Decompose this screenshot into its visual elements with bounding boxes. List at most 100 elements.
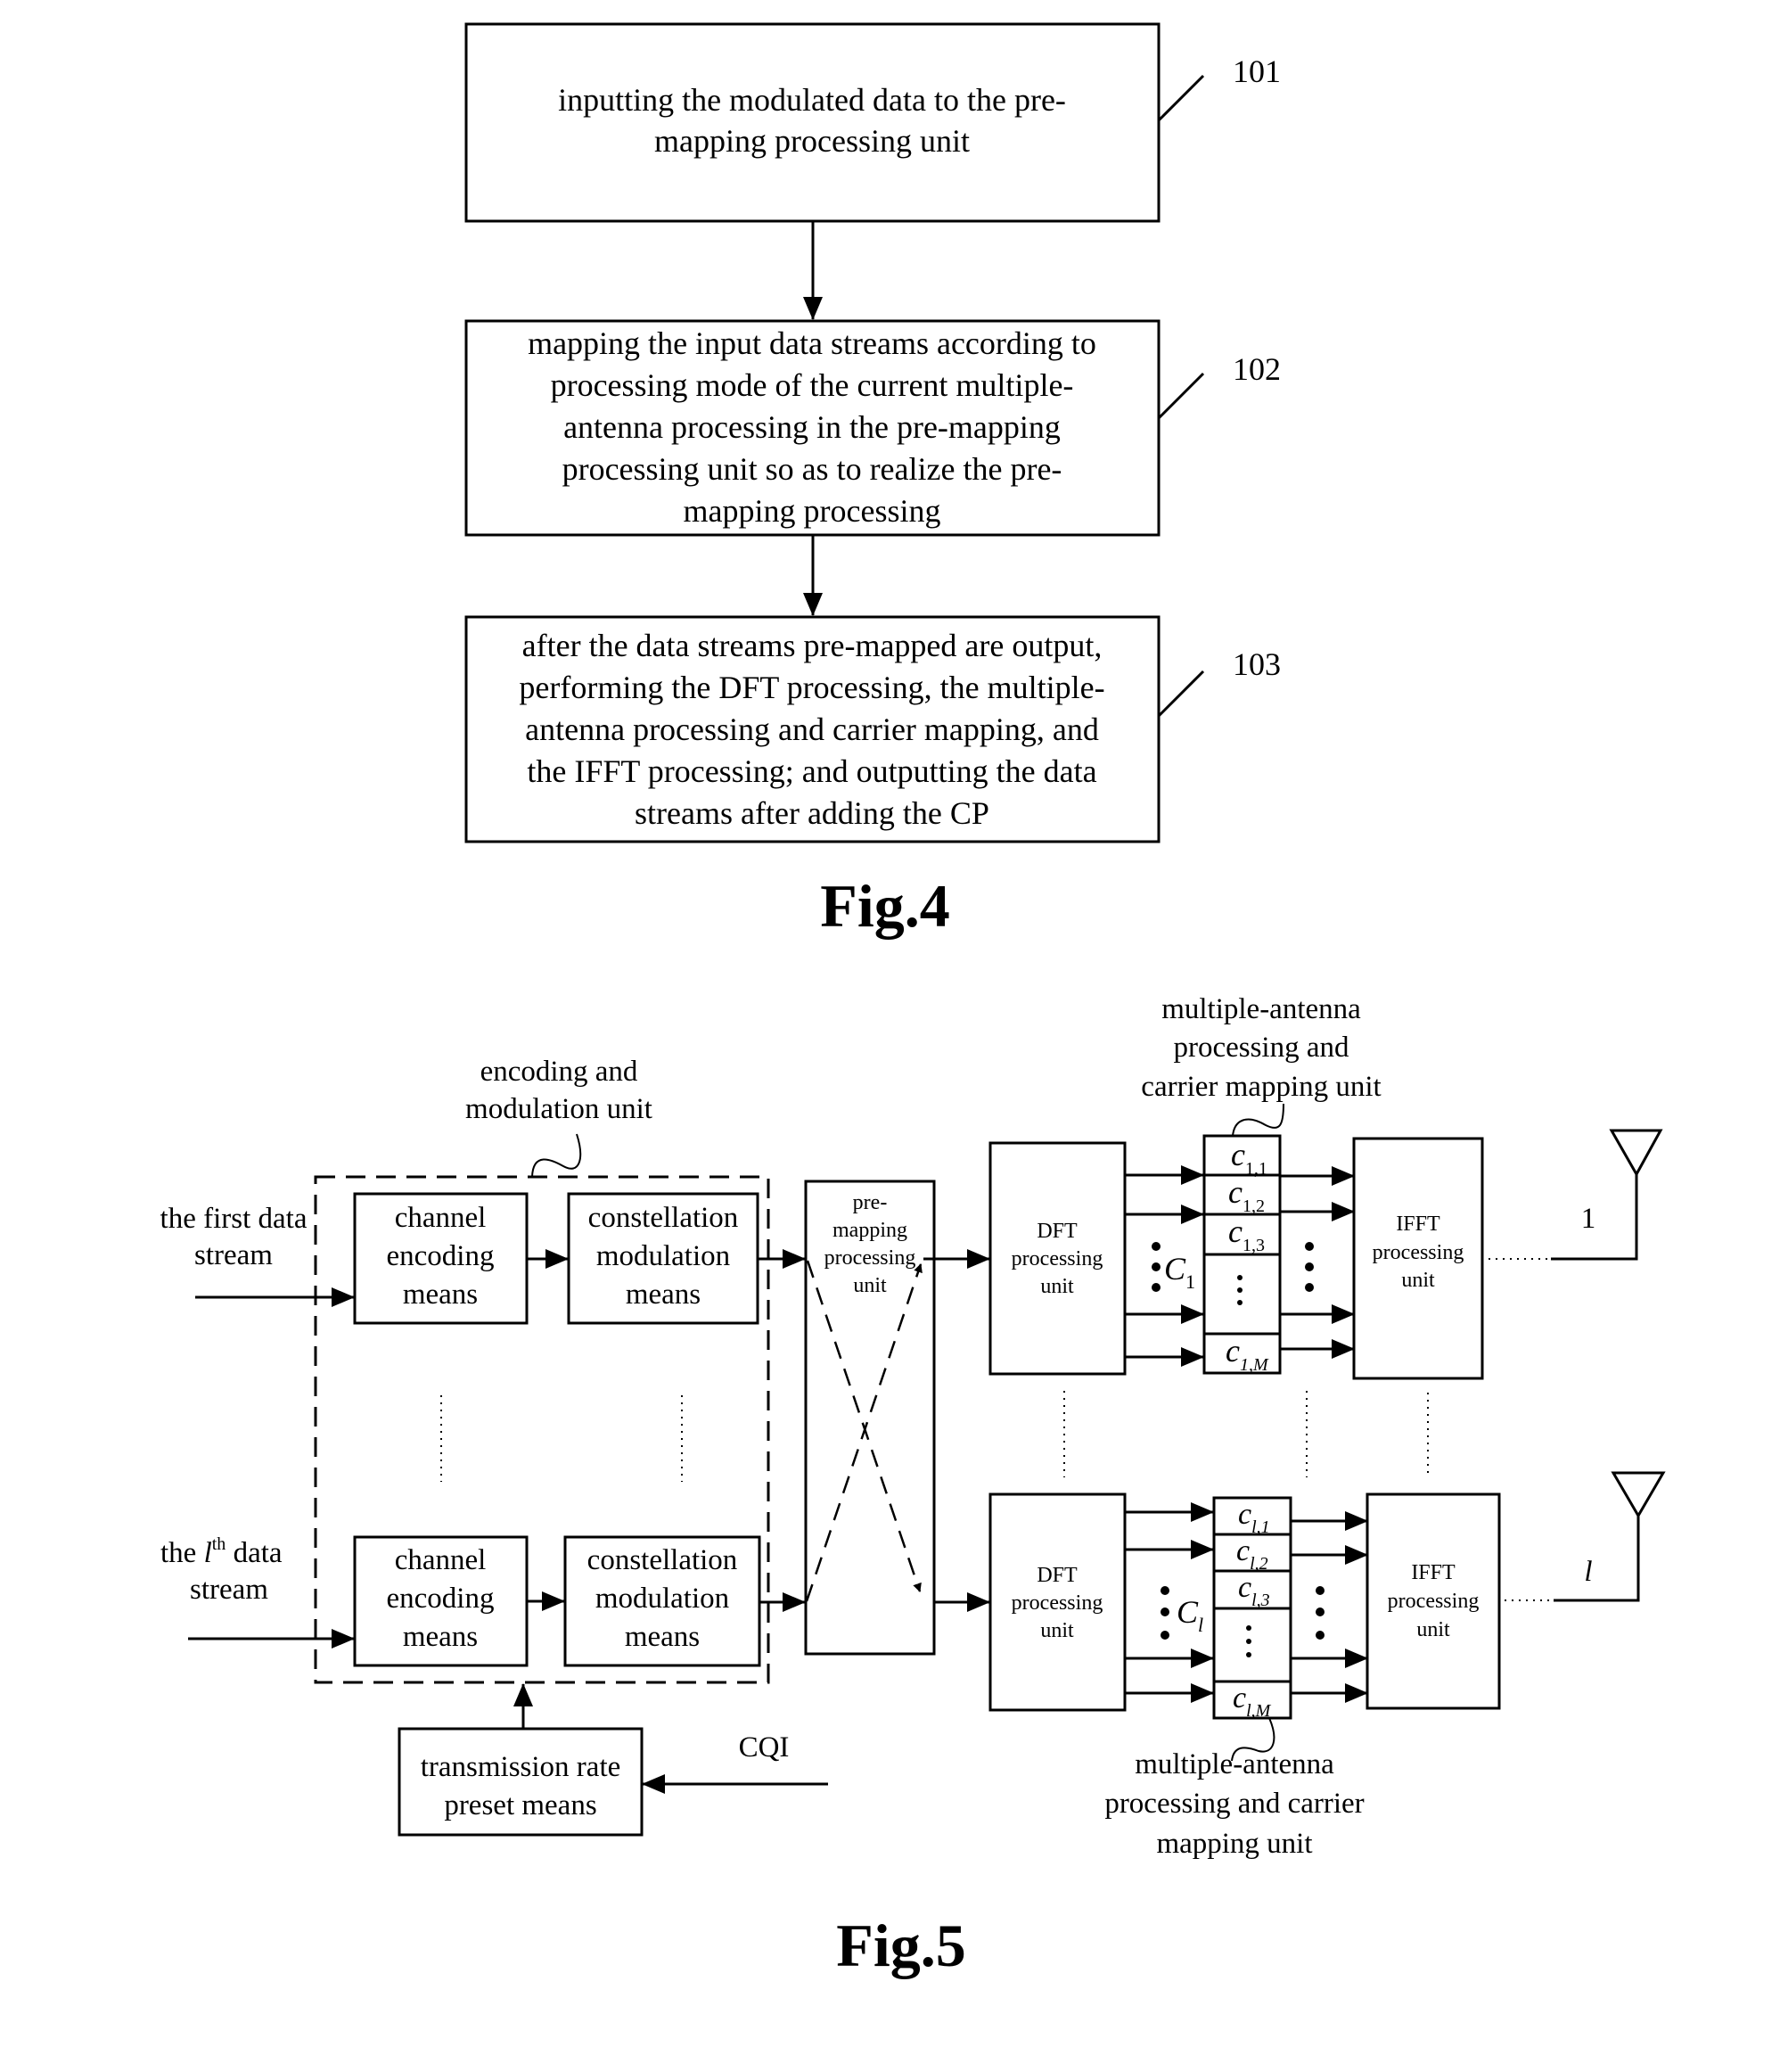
ellipsis-dot <box>1152 1283 1161 1292</box>
constellation-l-line-2: modulation <box>595 1583 729 1615</box>
encoding-unit-leader <box>531 1133 582 1178</box>
channel-encoding-l-line-1: channel <box>395 1544 487 1576</box>
cell-cl1: cl,1 <box>1238 1498 1270 1537</box>
fig5: encoding and modulation unit the first d… <box>160 993 1666 1979</box>
step-102-ref: 102 <box>1233 351 1281 387</box>
channel-encoding-1-line-3: means <box>403 1279 478 1311</box>
encoding-unit-label-1: encoding and <box>480 1056 638 1088</box>
step-101-leader <box>1157 74 1205 122</box>
ellipsis-dot <box>1246 1639 1251 1644</box>
antenna-1-label: 1 <box>1581 1203 1596 1235</box>
ellipsis-dot <box>1161 1607 1169 1616</box>
top-mapping-label-1: multiple-antenna <box>1161 993 1361 1025</box>
cell-cl2: cl,2 <box>1236 1534 1268 1574</box>
step-102-line-1: mapping the input data streams according… <box>528 325 1096 361</box>
dft-1-line-1: DFT <box>1037 1220 1078 1243</box>
transmission-line-1: transmission rate <box>421 1751 621 1783</box>
step-101-line-1: inputting the modulated data to the pre- <box>558 82 1066 118</box>
step-102-line-4: processing unit so as to realize the pre… <box>562 451 1062 487</box>
ifft-1-line-1: IFFT <box>1396 1213 1440 1236</box>
dft-l-line-3: unit <box>1040 1619 1074 1642</box>
step-101: inputting the modulated data to the pre-… <box>464 22 1281 223</box>
step-102-line-5: mapping processing <box>684 493 941 529</box>
ifft-1-line-2: processing <box>1373 1241 1464 1264</box>
step-103: after the data streams pre-mapped are ou… <box>464 615 1281 843</box>
ellipsis-dot <box>1237 1300 1243 1305</box>
cell-clM: cl,M <box>1233 1681 1272 1721</box>
step-103-line-1: after the data streams pre-mapped are ou… <box>522 628 1103 663</box>
antenna-1-icon <box>1609 1129 1663 1178</box>
step-102-line-2: processing mode of the current multiple- <box>551 367 1074 403</box>
premapping-line-3: processing <box>824 1246 916 1270</box>
fig5-caption: Fig.5 <box>836 1912 965 1979</box>
step-101-ref: 101 <box>1233 53 1281 89</box>
ellipsis-dot <box>1246 1625 1251 1631</box>
fig4-caption: Fig.4 <box>820 872 949 940</box>
step-102: mapping the input data streams according… <box>464 319 1281 537</box>
cell-c12: c1,2 <box>1228 1174 1265 1216</box>
ellipsis-dot <box>1152 1242 1161 1251</box>
streamL-label-2: stream <box>190 1574 268 1606</box>
group1-C-label: C1 <box>1164 1251 1195 1293</box>
cqi-label: CQI <box>739 1731 790 1764</box>
cell-c13: c1,3 <box>1228 1213 1265 1255</box>
constellation-1-line-1: constellation <box>588 1202 739 1234</box>
premapping-line-4: unit <box>853 1274 887 1297</box>
channel-encoding-1-line-1: channel <box>395 1202 487 1234</box>
antenna-l-label: l <box>1584 1556 1592 1588</box>
ellipsis-dot <box>1237 1275 1243 1280</box>
channel-encoding-l-line-3: means <box>403 1621 478 1653</box>
premapping-line-2: mapping <box>832 1219 907 1242</box>
step-103-line-3: antenna processing and carrier mapping, … <box>525 711 1099 747</box>
premap-cross-up <box>805 1263 923 1602</box>
ellipsis-dot <box>1161 1631 1169 1640</box>
dft-l-line-1: DFT <box>1037 1564 1078 1587</box>
top-mapping-leader <box>1232 1103 1284 1137</box>
channel-encoding-l-line-2: encoding <box>387 1583 495 1615</box>
cell-cl3: cl,3 <box>1238 1571 1270 1610</box>
ellipsis-dot <box>1305 1262 1314 1271</box>
ellipsis-dot <box>1246 1652 1251 1657</box>
constellation-l-line-1: constellation <box>587 1544 738 1576</box>
encoding-unit-label-2: modulation unit <box>465 1093 652 1125</box>
patent-figures: inputting the modulated data to the pre-… <box>160 22 1666 1979</box>
fig4: inputting the modulated data to the pre-… <box>464 22 1281 940</box>
ellipsis-dot <box>1152 1262 1161 1271</box>
stream1-label-1: the first data <box>160 1203 308 1235</box>
constellation-l-line-3: means <box>625 1621 700 1653</box>
dft-1-line-3: unit <box>1040 1275 1074 1298</box>
ellipsis-dot <box>1316 1586 1325 1595</box>
top-mapping-label-2: processing and <box>1173 1032 1349 1064</box>
top-mapping-label-3: carrier mapping unit <box>1141 1071 1381 1103</box>
antenna-l-feed <box>1554 1516 1640 1602</box>
streamL-label-1: the lth data <box>160 1534 283 1569</box>
bottom-mapping-label-1: multiple-antenna <box>1135 1748 1334 1780</box>
cell-c1M: c1,M <box>1226 1333 1269 1375</box>
ellipsis-dot <box>1316 1607 1325 1616</box>
step-101-line-2: mapping processing unit <box>654 123 970 159</box>
transmission-line-2: preset means <box>444 1789 596 1821</box>
ellipsis-dot <box>1316 1631 1325 1640</box>
ifft-l-line-1: IFFT <box>1411 1561 1456 1584</box>
step-103-ref: 103 <box>1233 646 1281 682</box>
ellipsis-dot <box>1161 1586 1169 1595</box>
ellipsis-dot <box>1305 1242 1314 1251</box>
premapping-line-1: pre- <box>853 1191 888 1214</box>
step-103-line-5: streams after adding the CP <box>635 795 989 831</box>
ifft-l-line-3: unit <box>1416 1618 1450 1641</box>
step-102-leader <box>1157 372 1205 420</box>
dft-l-line-2: processing <box>1012 1591 1103 1615</box>
groupL-C-label: Cl <box>1177 1594 1203 1636</box>
channel-encoding-1-line-2: encoding <box>387 1240 495 1272</box>
cell-c11: c1,1 <box>1231 1137 1267 1179</box>
constellation-1-line-3: means <box>626 1279 701 1311</box>
step-103-line-2: performing the DFT processing, the multi… <box>519 670 1104 705</box>
step-103-leader <box>1157 670 1205 718</box>
step-103-line-4: the IFFT processing; and outputting the … <box>527 753 1096 789</box>
ifft-l-line-2: processing <box>1388 1590 1480 1613</box>
antenna-l-icon <box>1611 1471 1666 1518</box>
step-102-line-3: antenna processing in the pre-mapping <box>563 409 1061 445</box>
ifft-1-line-3: unit <box>1401 1269 1435 1292</box>
premap-cross-down <box>806 1260 922 1592</box>
bottom-mapping-label-3: mapping unit <box>1156 1828 1312 1860</box>
